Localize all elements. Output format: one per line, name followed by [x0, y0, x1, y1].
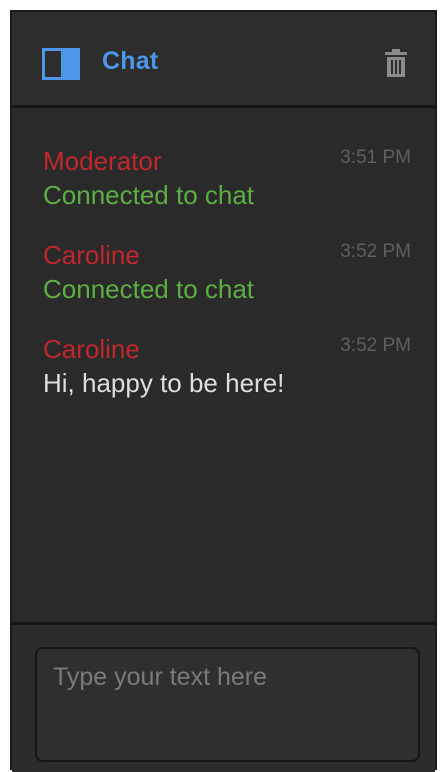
message-text: Connected to chat — [43, 274, 255, 304]
chat-message: Caroline 3:52 PM Hi, happy to be here! — [43, 332, 411, 400]
trash-icon[interactable] — [385, 49, 407, 77]
message-text: Hi, happy to be here! — [43, 368, 285, 398]
composer — [12, 622, 435, 772]
message-timestamp: 3:52 PM — [340, 241, 411, 262]
message-timestamp: 3:51 PM — [340, 147, 411, 168]
chat-message: Moderator 3:51 PM Connected to chat — [43, 144, 411, 212]
panel-toggle-icon[interactable] — [42, 48, 80, 80]
chat-title: Chat — [102, 47, 159, 75]
chat-header: Chat — [12, 12, 435, 108]
message-list[interactable]: Moderator 3:51 PM Connected to chat Caro… — [12, 108, 435, 622]
message-text: Connected to chat — [43, 180, 255, 210]
message-input[interactable] — [35, 647, 420, 762]
chat-message: Caroline 3:52 PM Connected to chat — [43, 238, 411, 306]
chat-panel: Chat Moderator 3:51 PM Connected to chat… — [10, 10, 437, 772]
message-timestamp: 3:52 PM — [340, 335, 411, 356]
